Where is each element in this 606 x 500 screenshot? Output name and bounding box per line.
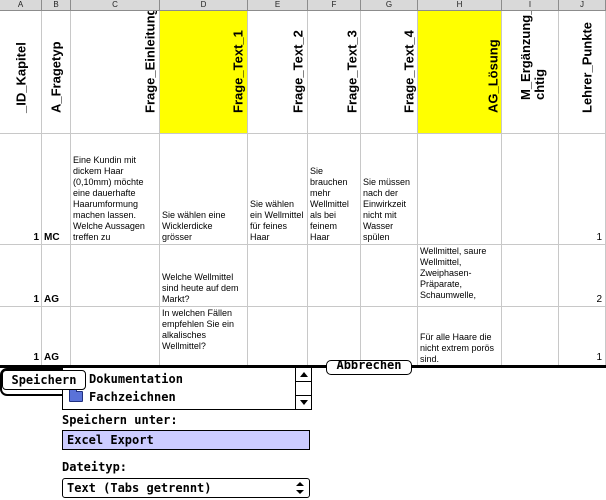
header-lehrer-punkte[interactable]: Lehrer_Punkte (559, 11, 606, 134)
table-cell-einleitung[interactable] (71, 245, 160, 307)
table-cell-fragetyp[interactable]: MC (42, 134, 71, 245)
arrow-up-icon (299, 372, 308, 377)
table-cell-text4[interactable]: Sie müssen nach der Einwirkzeit nicht mi… (361, 134, 418, 245)
table-cell-text2[interactable] (248, 307, 308, 367)
list-item[interactable]: Dokumentation (69, 370, 183, 387)
header-label: A_Fragetyp (48, 41, 64, 113)
column-letter-h[interactable]: H (418, 0, 502, 11)
column-letter-c[interactable]: C (71, 0, 160, 11)
header-id-kapitel[interactable]: _ID_Kapitel (0, 11, 42, 134)
header-label: Frage_Text_4 (401, 30, 417, 113)
table-cell-loesung[interactable]: Für alle Haare die nicht extrem porös si… (418, 307, 502, 367)
header-label: _ID_Kapitel (13, 42, 28, 113)
table-cell-text2[interactable] (248, 245, 308, 307)
header-fragetyp[interactable]: A_Fragetyp (42, 11, 71, 134)
header-label: Frage_Text_3 (344, 30, 360, 113)
header-m-ergaenzung-richtig[interactable]: M_Ergänzung_Ri chtig (502, 11, 559, 134)
table-cell-einleitung[interactable]: Eine Kundin mit dickem Haar (0,10mm) möc… (71, 134, 160, 245)
filetype-value: Text (Tabs getrennt) (67, 481, 212, 495)
table-cell-id-kapitel[interactable]: 1 (0, 134, 42, 245)
header-label: Frage_Text_2 (290, 30, 306, 113)
table-cell-punkte[interactable]: 2 (559, 245, 606, 307)
table-cell-ergaenzung[interactable] (502, 134, 559, 245)
column-letter-j[interactable]: J (559, 0, 606, 11)
list-scrollbar[interactable] (295, 368, 311, 409)
table-cell-einleitung[interactable] (71, 307, 160, 367)
table-cell-ergaenzung[interactable] (502, 245, 559, 307)
table-cell-text4[interactable] (361, 307, 418, 367)
list-item-label: Dokumentation (89, 372, 183, 386)
table-cell-id-kapitel[interactable]: 1 (0, 245, 42, 307)
save-as-label: Speichern unter: (62, 413, 178, 427)
folder-list[interactable]: Dokumentation Fachzeichnen (62, 368, 312, 410)
table-cell-text4[interactable] (361, 245, 418, 307)
table-cell-fragetyp[interactable]: AG (42, 245, 71, 307)
header-label: M_Ergänzung_Ri chtig (517, 11, 547, 100)
header-ag-loesung[interactable]: AG_Lösung (418, 11, 502, 134)
header-label: Lehrer_Punkte (579, 21, 595, 113)
table-cell-id-kapitel[interactable]: 1 (0, 307, 42, 367)
table-cell-fragetyp[interactable]: AG (42, 307, 71, 367)
scroll-down-button[interactable] (296, 395, 311, 409)
list-item[interactable]: Fachzeichnen (69, 388, 176, 405)
header-label: Frage_Text_1 (230, 30, 246, 113)
save-dialog: Dokumentation Fachzeichnen Abbrechen Spe… (0, 360, 606, 500)
table-cell-text3[interactable] (308, 245, 361, 307)
column-letter-g[interactable]: G (361, 0, 418, 11)
header-label: AG_Lösung (485, 39, 501, 113)
save-button[interactable]: Speichern (2, 370, 86, 390)
filetype-label: Dateityp: (62, 460, 128, 474)
header-label: Frage_Einleitung (142, 11, 158, 113)
column-letter-f[interactable]: F (308, 0, 361, 11)
table-cell-loesung[interactable]: Wellmittel, saure Wellmittel, Zweiphasen… (418, 245, 502, 307)
arrow-down-icon (299, 400, 308, 405)
table-cell-text2[interactable]: Sie wählen ein Wellmittel für feines Haa… (248, 134, 308, 245)
table-cell-text3[interactable]: Sie brauchen mehr Wellmittel als bei fei… (308, 134, 361, 245)
table-cell-punkte[interactable]: 1 (559, 307, 606, 367)
column-letter-b[interactable]: B (42, 0, 71, 11)
column-letter-d[interactable]: D (160, 0, 248, 11)
table-cell-text3[interactable] (308, 307, 361, 367)
scroll-up-button[interactable] (296, 368, 311, 382)
header-frage-einleitung[interactable]: Frage_Einleitung (71, 11, 160, 134)
header-frage-text-2[interactable]: Frage_Text_2 (248, 11, 308, 134)
table-cell-loesung[interactable] (418, 134, 502, 245)
table-cell-text1[interactable]: Welche Wellmittel sind heute auf dem Mar… (160, 245, 248, 307)
column-letter-a[interactable]: A (0, 0, 42, 11)
list-item-label: Fachzeichnen (89, 390, 176, 404)
column-letter-i[interactable]: I (502, 0, 559, 11)
cancel-button[interactable]: Abbrechen (326, 360, 412, 375)
updown-arrows-icon (295, 482, 305, 494)
filename-input[interactable]: Excel Export (62, 430, 310, 450)
table-cell-ergaenzung[interactable] (502, 307, 559, 367)
column-letter-e[interactable]: E (248, 0, 308, 11)
spreadsheet: A B C D E F G H I J _ID_Kapitel A_Fraget… (0, 0, 606, 367)
header-frage-text-3[interactable]: Frage_Text_3 (308, 11, 361, 134)
table-cell-text1[interactable]: Sie wählen eine Wicklerdicke grösser (160, 134, 248, 245)
table-cell-text1[interactable]: In welchen Fällen empfehlen Sie ein alka… (160, 307, 248, 367)
header-frage-text-1[interactable]: Frage_Text_1 (160, 11, 248, 134)
filetype-select[interactable]: Text (Tabs getrennt) (62, 478, 310, 498)
folder-icon (69, 388, 83, 402)
table-cell-punkte[interactable]: 1 (559, 134, 606, 245)
header-frage-text-4[interactable]: Frage_Text_4 (361, 11, 418, 134)
